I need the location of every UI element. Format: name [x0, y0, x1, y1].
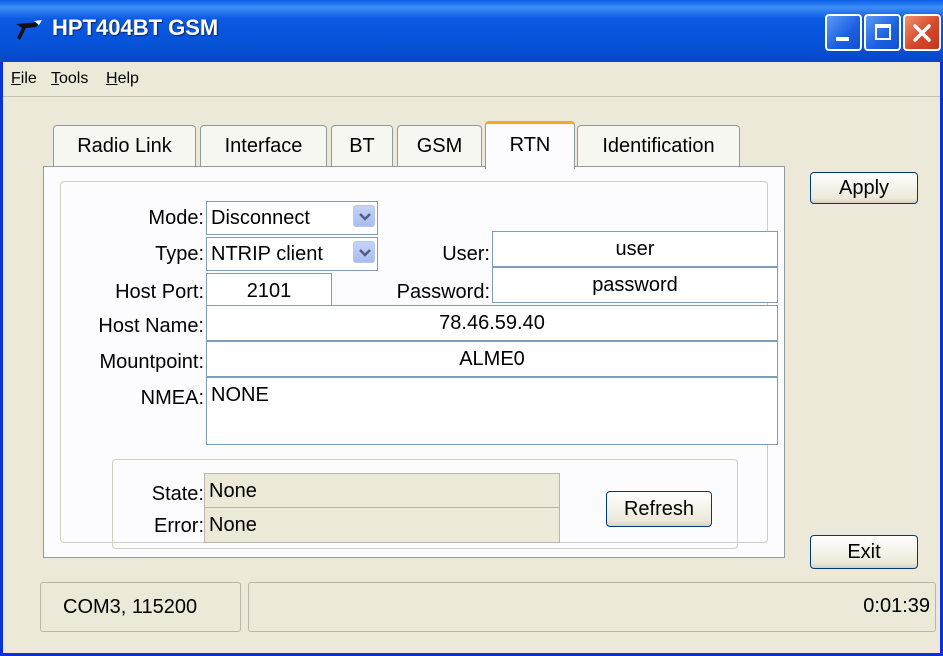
rtn-tab-panel: Mode: Disconnect Type: NTRIP client User…	[43, 166, 785, 558]
tab-gsm[interactable]: GSM	[397, 125, 482, 167]
title-bar[interactable]: HPT404BT GSM	[0, 0, 943, 62]
error-label: Error:	[154, 515, 204, 537]
type-dropdown-button[interactable]	[353, 241, 375, 263]
app-window: HPT404BT GSM File Tools Help Radio Link …	[0, 0, 943, 656]
tab-radio-link[interactable]: Radio Link	[53, 125, 196, 167]
password-label: Password:	[396, 281, 490, 303]
tab-interface[interactable]: Interface	[200, 125, 327, 167]
chevron-down-icon	[359, 213, 371, 221]
state-label: State:	[151, 483, 204, 505]
mountpoint-field[interactable]: ALME0	[206, 341, 778, 377]
state-value: None	[204, 473, 560, 509]
menu-tools[interactable]: Tools	[51, 70, 88, 88]
status-time: 0:01:39	[863, 595, 930, 617]
host-port-label: Host Port:	[115, 281, 204, 303]
host-port-field[interactable]: 2101	[206, 273, 332, 307]
host-name-field[interactable]: 78.46.59.40	[206, 305, 778, 341]
status-port: COM3, 115200	[40, 582, 241, 632]
type-select[interactable]: NTRIP client	[206, 237, 378, 271]
tab-rtn[interactable]: RTN	[485, 121, 575, 169]
tab-bt[interactable]: BT	[331, 125, 393, 167]
menu-help[interactable]: Help	[106, 70, 139, 88]
mode-label: Mode:	[148, 207, 204, 229]
exit-button[interactable]: Exit	[810, 535, 918, 569]
user-field[interactable]: user	[492, 231, 778, 267]
menu-file[interactable]: File	[11, 70, 37, 88]
nmea-label: NMEA:	[140, 387, 204, 409]
user-label: User:	[442, 243, 490, 265]
app-logo-icon	[16, 20, 42, 40]
chevron-down-icon	[359, 249, 371, 257]
refresh-button[interactable]: Refresh	[606, 491, 712, 527]
close-button[interactable]	[903, 14, 941, 51]
menu-bar: File Tools Help	[3, 62, 940, 97]
apply-button[interactable]: Apply	[810, 172, 918, 204]
host-name-label: Host Name:	[98, 315, 204, 337]
status-bar: COM3, 115200 0:01:39	[40, 582, 936, 632]
mode-select[interactable]: Disconnect	[206, 201, 378, 235]
minimize-icon	[836, 37, 849, 41]
window-title: HPT404BT GSM	[52, 15, 219, 40]
error-value: None	[204, 507, 560, 543]
maximize-button[interactable]	[864, 14, 901, 51]
close-icon	[913, 24, 931, 42]
minimize-button[interactable]	[825, 14, 862, 51]
nmea-field[interactable]: NONE	[206, 377, 778, 445]
password-field[interactable]: password	[492, 267, 778, 303]
maximize-icon	[875, 24, 891, 40]
type-label: Type:	[155, 243, 204, 265]
mountpoint-label: Mountpoint:	[99, 351, 204, 373]
tab-identification[interactable]: Identification	[577, 125, 740, 167]
mode-dropdown-button[interactable]	[353, 205, 375, 227]
